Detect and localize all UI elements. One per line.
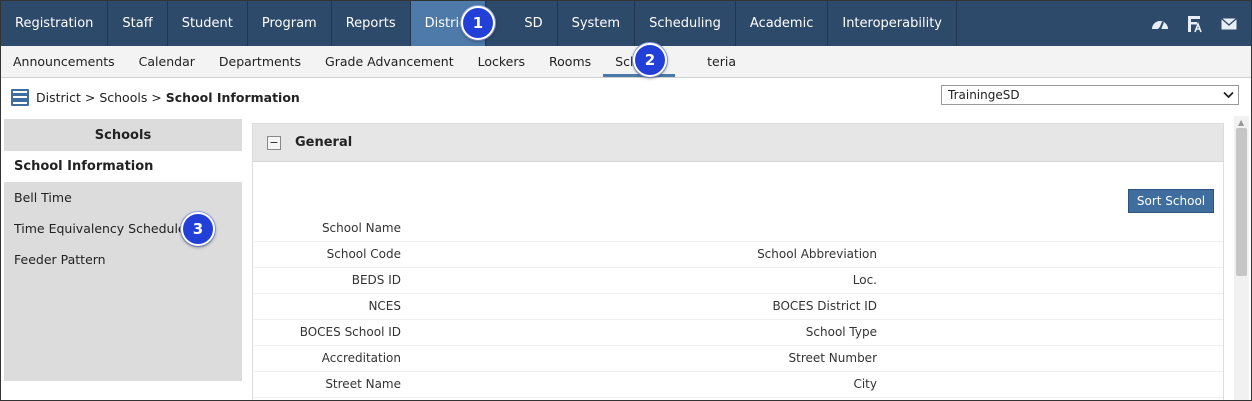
left-item-feeder-pattern[interactable]: Feeder Pattern — [4, 244, 242, 275]
field-label: Street Number — [788, 351, 877, 365]
form-row: Accreditation Street Number — [253, 346, 1223, 372]
sort-school-button[interactable]: Sort School — [1128, 189, 1214, 213]
form-row: NCES BOCES District ID — [253, 294, 1223, 320]
subtab-departments[interactable]: Departments — [207, 46, 313, 77]
vertical-scrollbar[interactable]: ▲ — [1234, 116, 1249, 400]
subtab-announcements[interactable]: Announcements — [1, 46, 127, 77]
general-section-title: General — [295, 135, 353, 150]
tab-academic[interactable]: Academic — [736, 1, 829, 46]
breadcrumb-current: School Information — [165, 89, 300, 105]
field-label: School Abbreviation — [757, 247, 877, 261]
callout-badge-2: 2 — [633, 43, 667, 77]
field-label: NCES — [368, 299, 401, 313]
field-label: School Name — [321, 221, 401, 235]
left-item-school-information[interactable]: School Information — [4, 151, 242, 182]
scrollbar-thumb[interactable] — [1236, 128, 1247, 276]
field-label: School Type — [805, 325, 877, 339]
sub-nav: Announcements Calendar Departments Grade… — [1, 46, 1251, 78]
field-label: BEDS ID — [351, 273, 401, 287]
tab-interoperability[interactable]: Interoperability — [828, 1, 957, 46]
left-item-bell-time[interactable]: Bell Time — [4, 182, 242, 213]
field-label: BOCES District ID — [772, 299, 877, 313]
field-label: Loc. — [852, 273, 877, 287]
general-section-header: − General — [253, 124, 1223, 162]
field-label: Street Name — [325, 377, 401, 391]
callout-badge-3: 3 — [181, 212, 215, 246]
general-section: − General Sort School School Name School… — [252, 123, 1224, 400]
callout-badge-1: 1 — [461, 6, 495, 40]
collapse-icon[interactable]: − — [267, 135, 281, 150]
hamburger-menu-icon[interactable] — [11, 88, 29, 106]
tab-program[interactable]: Program — [248, 1, 332, 46]
scroll-up-arrow-icon[interactable]: ▲ — [1238, 118, 1244, 127]
field-label: Accreditation — [321, 351, 401, 365]
tab-registration[interactable]: Registration — [1, 1, 109, 46]
dashboard-icon[interactable] — [1151, 17, 1169, 31]
tab-reports[interactable]: Reports — [332, 1, 411, 46]
mail-icon[interactable] — [1221, 17, 1237, 30]
form-row: School Name — [253, 216, 1223, 242]
tab-system[interactable]: System — [558, 1, 636, 46]
breadcrumb: District > Schools > School Information — [36, 90, 300, 105]
tab-student[interactable]: Student — [168, 1, 248, 46]
form-row: BOCES School ID School Type — [253, 320, 1223, 346]
form-row: School Code School Abbreviation — [253, 242, 1223, 268]
form-row: Street Name City — [253, 372, 1223, 398]
district-select-value: TrainingeSD — [948, 88, 1020, 102]
subtab-grade-advancement[interactable]: Grade Advancement — [313, 46, 466, 77]
subtab-cafeteria[interactable]: teria — [675, 46, 748, 77]
field-label: BOCES School ID — [299, 325, 401, 339]
reports-icon[interactable] — [1187, 15, 1203, 33]
left-panel: Schools School Information Bell Time Tim… — [4, 119, 242, 381]
app-frame: Registration Staff Student Program Repor… — [0, 0, 1252, 401]
field-label: City — [853, 377, 877, 391]
breadcrumb-path: District > Schools > — [36, 89, 166, 105]
form-row: BEDS ID Loc. — [253, 268, 1223, 294]
breadcrumb-row: District > Schools > School Information … — [1, 78, 1251, 116]
subtab-calendar[interactable]: Calendar — [127, 46, 207, 77]
district-select[interactable]: TrainingeSD — [941, 85, 1239, 105]
tab-scheduling[interactable]: Scheduling — [635, 1, 736, 46]
top-nav: Registration Staff Student Program Repor… — [1, 1, 1251, 46]
tab-sd[interactable]: SD — [486, 1, 558, 46]
chevron-down-icon — [1223, 88, 1234, 102]
left-panel-title: Schools — [94, 127, 152, 143]
top-nav-icons — [1151, 1, 1251, 46]
field-label: School Code — [326, 247, 401, 261]
subtab-rooms[interactable]: Rooms — [537, 46, 603, 77]
tab-staff[interactable]: Staff — [108, 1, 168, 46]
subtab-lockers[interactable]: Lockers — [466, 46, 537, 77]
